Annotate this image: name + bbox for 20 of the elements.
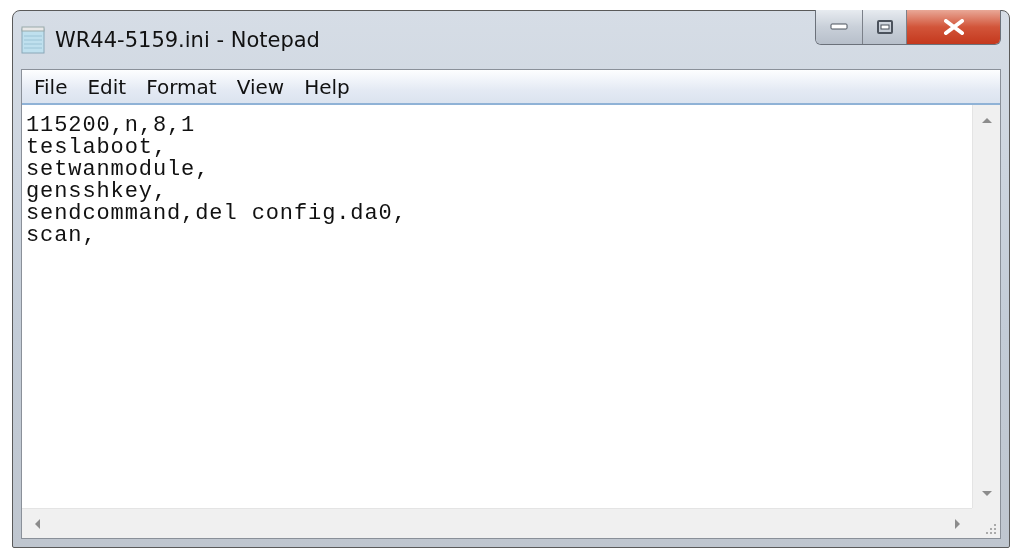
notepad-icon xyxy=(21,26,45,54)
scroll-right-arrow-icon[interactable] xyxy=(952,518,962,529)
text-editor[interactable]: 115200,n,8,1 teslaboot, setwanmodule, gensshkey, sendcommand,del config.da0, scan, xyxy=(22,105,972,508)
scroll-down-arrow-icon[interactable] xyxy=(981,488,992,498)
close-button[interactable] xyxy=(906,10,1000,44)
menu-item[interactable]: Format xyxy=(138,72,225,101)
maximize-icon xyxy=(876,20,893,34)
scroll-up-arrow-icon[interactable] xyxy=(981,115,992,125)
minimize-button[interactable] xyxy=(816,10,862,44)
menu-item[interactable]: Help xyxy=(296,72,358,101)
menu-item[interactable]: File xyxy=(26,72,76,101)
minimize-icon xyxy=(830,23,848,31)
horizontal-scrollbar[interactable] xyxy=(22,508,972,538)
resize-grip-icon[interactable] xyxy=(984,522,996,534)
window-title: WR44-5159.ini - Notepad xyxy=(55,28,320,52)
menu-item[interactable]: Edit xyxy=(79,72,135,101)
vertical-scrollbar[interactable] xyxy=(972,105,1000,508)
maximize-button[interactable] xyxy=(862,10,906,44)
close-icon xyxy=(942,19,965,35)
menu-item[interactable]: View xyxy=(228,72,293,101)
